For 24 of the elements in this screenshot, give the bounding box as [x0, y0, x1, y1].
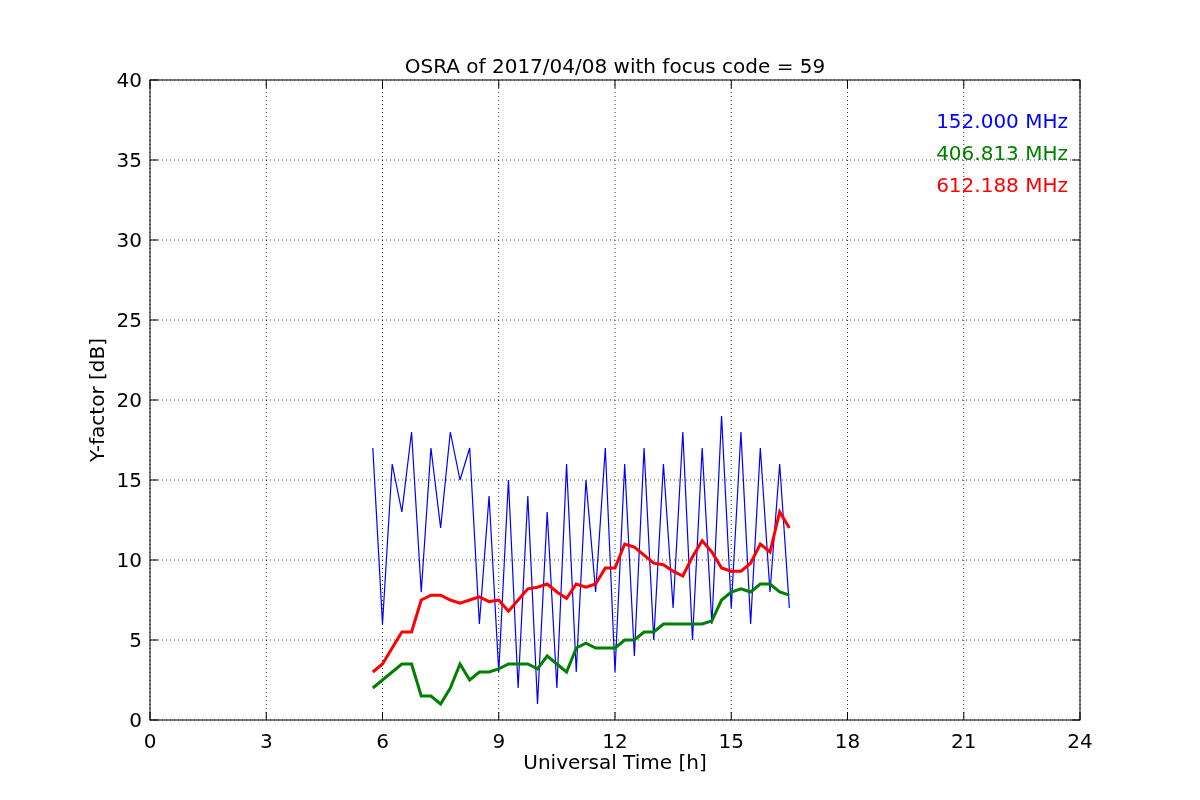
legend-label: 152.000 MHz — [936, 109, 1068, 133]
x-tick-label: 18 — [834, 729, 861, 753]
y-tick-label: 10 — [116, 548, 142, 572]
y-tick-label: 5 — [129, 628, 142, 652]
y-tick-label: 15 — [116, 468, 142, 492]
y-tick-label: 40 — [116, 68, 142, 92]
y-tick-label: 30 — [116, 228, 142, 252]
x-tick-label: 6 — [376, 729, 389, 753]
x-tick-label: 12 — [602, 729, 628, 753]
x-tick-label: 0 — [143, 729, 157, 753]
x-tick-label: 24 — [1067, 729, 1093, 753]
y-tick-label: 0 — [129, 708, 142, 732]
y-tick-label: 35 — [116, 148, 142, 172]
x-tick-label: 3 — [259, 729, 273, 753]
y-tick-label: 25 — [116, 308, 142, 332]
chart-title: OSRA of 2017/04/08 with focus code = 59 — [404, 54, 826, 78]
y-tick-label: 20 — [116, 388, 142, 412]
legend-label: 406.813 MHz — [936, 141, 1068, 165]
x-tick-label: 9 — [492, 729, 506, 753]
y-axis-label: Y-factor [dB] — [85, 338, 109, 462]
x-tick-label: 21 — [951, 729, 977, 753]
x-tick-label: 15 — [718, 729, 744, 753]
legend-label: 612.188 MHz — [936, 173, 1068, 197]
x-axis-label: Universal Time [h] — [523, 750, 707, 774]
